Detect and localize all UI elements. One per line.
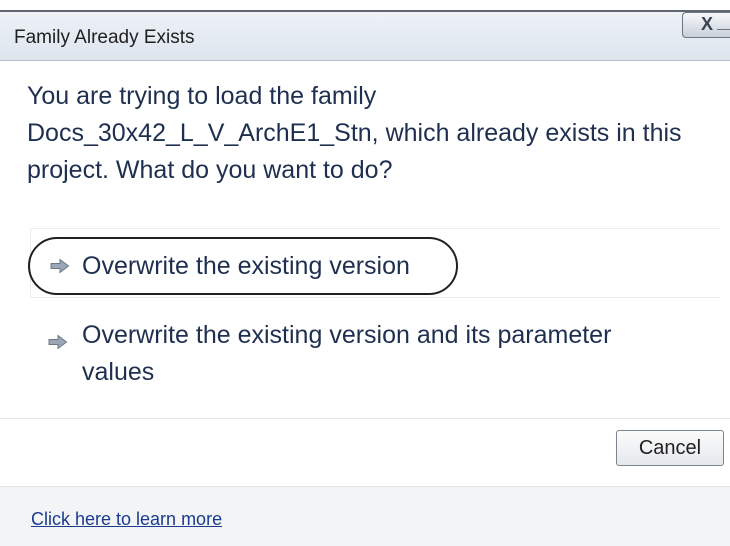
divider <box>0 418 730 419</box>
close-button[interactable]: X <box>682 12 730 38</box>
learn-more-link[interactable]: Click here to learn more <box>31 509 222 530</box>
cancel-button[interactable]: Cancel <box>616 430 724 466</box>
overwrite-version-button[interactable]: Overwrite the existing version <box>28 237 458 295</box>
family-exists-dialog: Family Already Exists X You are trying t… <box>0 0 730 546</box>
dialog-title: Family Already Exists <box>14 27 195 48</box>
main-instruction: You are trying to load the family Docs_3… <box>27 82 682 184</box>
overwrite-version-label: Overwrite the existing version <box>82 252 410 280</box>
overwrite-version-and-parameters-label: Overwrite the existing version and its p… <box>82 321 612 386</box>
overwrite-version-and-parameters-button[interactable]: Overwrite the existing version and its p… <box>30 312 720 400</box>
arrow-right-icon <box>50 258 70 274</box>
arrow-right-icon <box>48 334 68 350</box>
title-bar: Family Already Exists <box>0 10 730 61</box>
